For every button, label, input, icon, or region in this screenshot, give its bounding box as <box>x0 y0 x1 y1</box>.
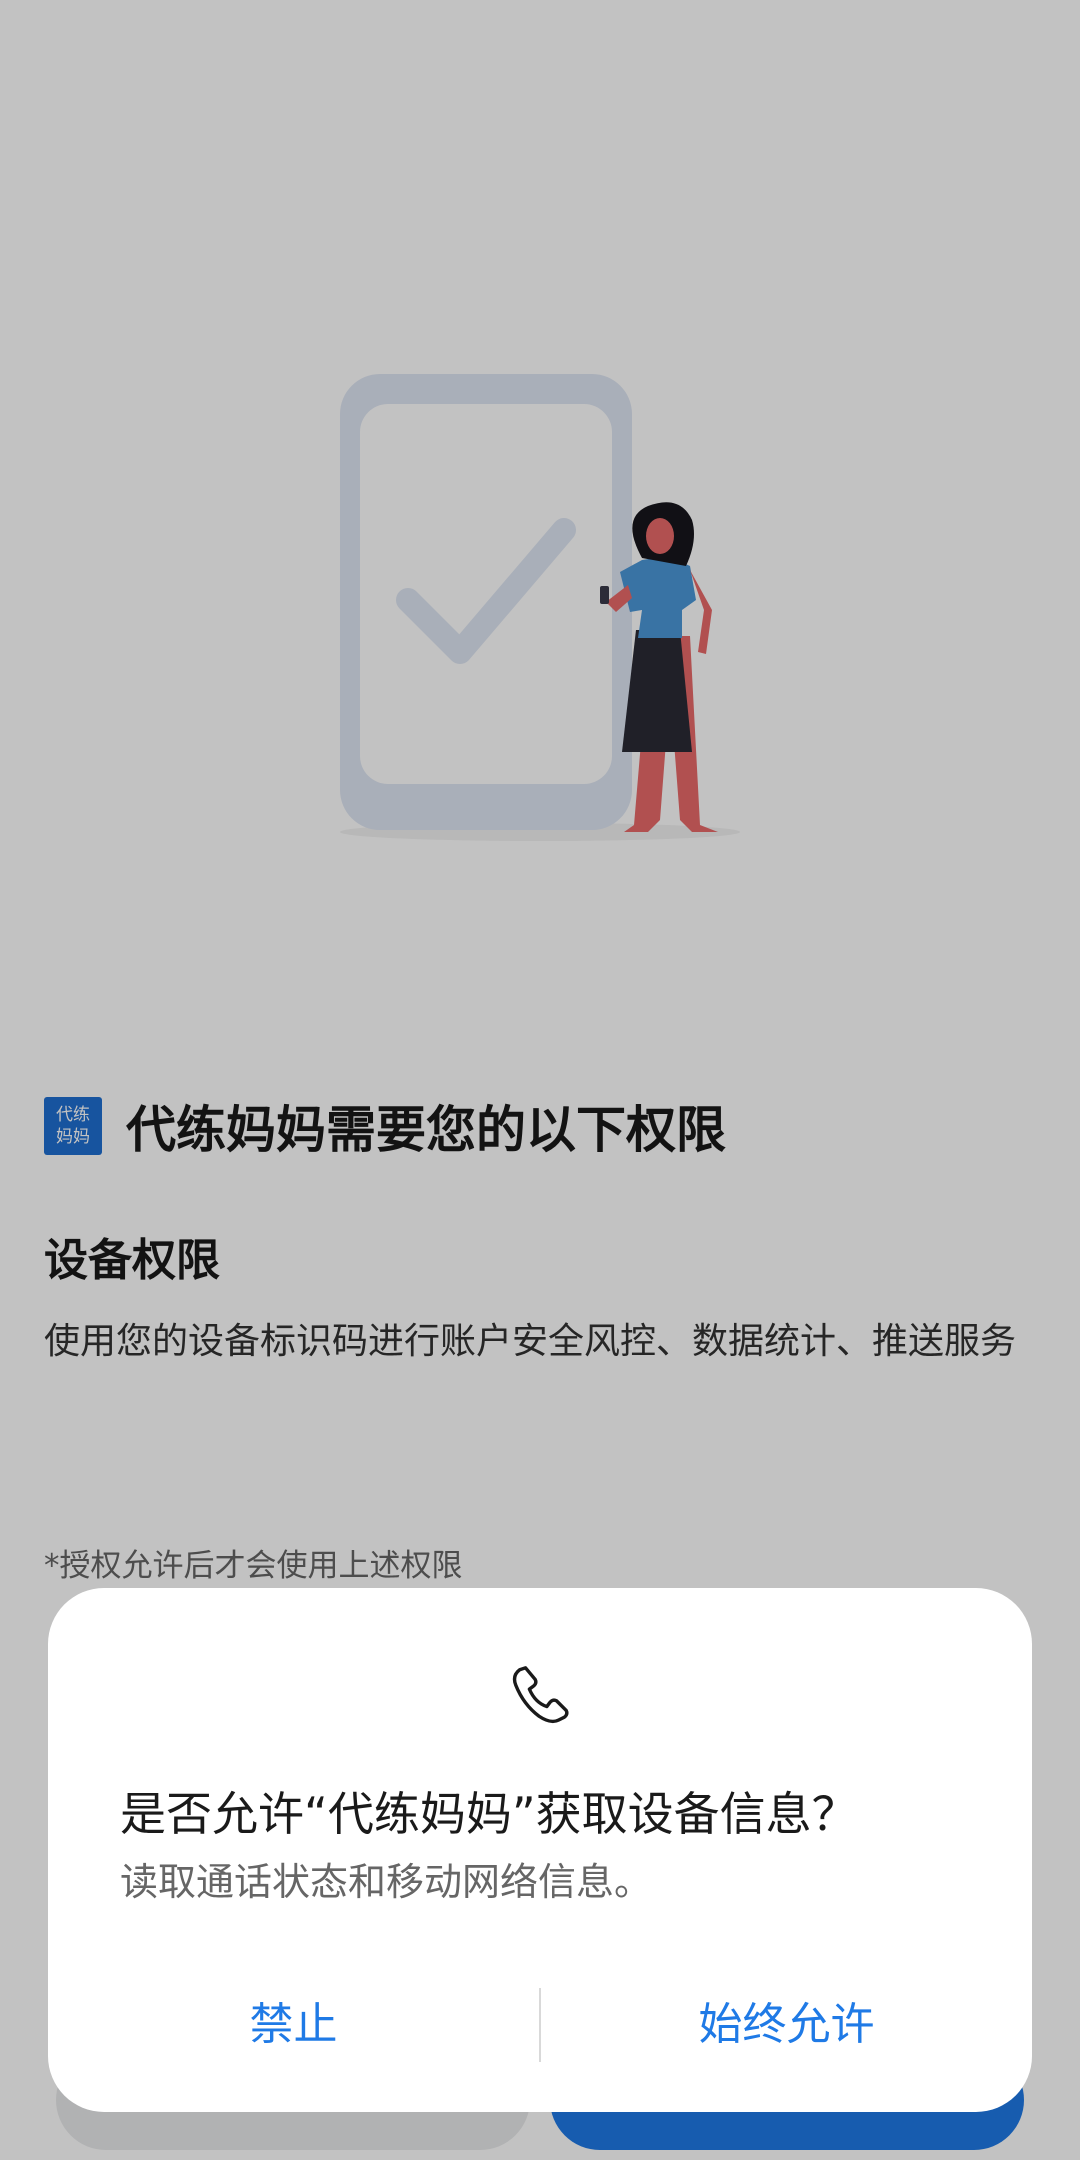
dialog-title: 是否允许“代练妈妈”获取设备信息？ <box>120 1787 858 1841</box>
deny-button[interactable]: 禁止 <box>48 1988 539 2062</box>
dialog-actions: 禁止 始终允许 <box>48 1988 1032 2062</box>
permission-dialog: 是否允许“代练妈妈”获取设备信息？ 读取通话状态和移动网络信息。 禁止 始终允许 <box>48 1588 1032 2112</box>
dialog-description: 读取通话状态和移动网络信息。 <box>120 1860 653 1904</box>
phone-icon <box>512 1666 569 1724</box>
always-allow-button[interactable]: 始终允许 <box>541 1988 1032 2062</box>
